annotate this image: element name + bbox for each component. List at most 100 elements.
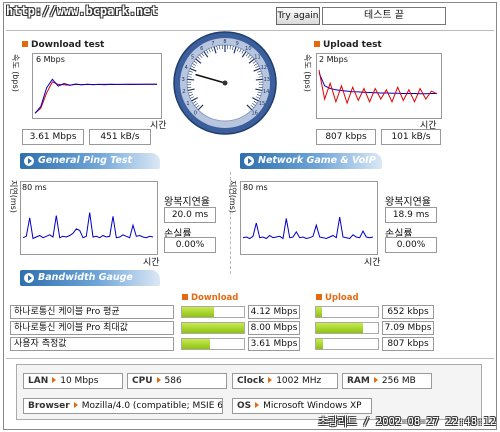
download-bar — [181, 322, 245, 334]
ping-x-label: 시간 — [143, 258, 160, 268]
cpu-label: CPU — [132, 376, 153, 386]
download-axis-unit: 속도 (bps) — [11, 54, 20, 92]
arrow-right-icon — [244, 156, 254, 166]
download-bar-fill — [182, 323, 244, 333]
arrow-right-icon — [255, 402, 260, 408]
bullet-icon — [22, 41, 28, 47]
download-series-line — [34, 78, 157, 114]
download-bar-fill — [182, 307, 214, 317]
bandwidth-row-label: 하나로통신 케이블 Pro 평균 — [10, 305, 174, 319]
download-bar — [181, 338, 245, 350]
arrow-right-icon — [24, 156, 34, 166]
system-info-panel: LAN 10 Mbps CPU 586 Clock 1002 MHz RAM 256 M… — [16, 364, 482, 420]
download-bar-value: 4.12 Mbps — [248, 305, 300, 319]
bandwidth-row-label: 하나로통신 케이블 Pro 최대값 — [10, 321, 174, 335]
upload-bar — [315, 322, 379, 334]
download-bar — [181, 306, 245, 318]
bullet-icon — [314, 41, 320, 47]
upload-bar-fill — [316, 307, 322, 317]
download-header-text: Download — [191, 293, 239, 303]
lan-value: 10 Mbps — [60, 376, 99, 386]
lan-info: LAN 10 Mbps — [23, 373, 123, 389]
bandwidth-gauge-banner: Bandwidth Gauge — [20, 270, 160, 286]
arrow-right-icon — [156, 377, 161, 383]
game-max-label: 80 ms — [243, 183, 268, 192]
gauge-tick-label: 2 — [182, 89, 185, 95]
download-bar-fill — [182, 339, 210, 349]
gauge-tick-label: 11 — [254, 54, 260, 60]
ram-info: RAM 256 MB — [342, 373, 432, 389]
clock-info: Clock 1002 MHz — [232, 373, 338, 389]
gauge-tick-label: 16 — [252, 111, 258, 117]
gauge-tick-label: 0 — [194, 111, 197, 117]
cpu-value: 586 — [164, 376, 182, 386]
ping-loss-value: 0.00% — [164, 237, 216, 253]
gauge-tick-label: 10 — [245, 46, 251, 52]
game-loss-value: 0.00% — [385, 237, 437, 253]
game-rtt-label: 왕복지연율 — [385, 197, 431, 208]
arrow-right-icon — [24, 273, 34, 283]
download-mbps-value: 3.61 Mbps — [22, 129, 84, 145]
download-x-label: 시간 — [150, 121, 167, 131]
upload-kbs-value: 101 kB/s — [381, 129, 441, 145]
game-x-label: 시간 — [364, 258, 381, 268]
ping-series-line — [22, 212, 154, 240]
gauge-tick-label: 12 — [261, 65, 267, 71]
gauge-tick-label: 7 — [211, 41, 214, 47]
ping-test-banner: General Ping Test — [20, 153, 160, 169]
upload-title-text: Upload test — [323, 40, 382, 50]
upload-bar-value: 7.09 Mbps — [382, 321, 434, 335]
game-chart-svg — [242, 217, 374, 240]
bullet-icon — [316, 294, 322, 300]
bullet-icon — [182, 294, 188, 300]
upload-axis-unit: 속도 (bps) — [303, 54, 312, 92]
ping-axis-unit: 지연(ms) — [9, 180, 18, 213]
ram-label: RAM — [347, 376, 370, 386]
gauge-tick-label: 6 — [200, 46, 203, 52]
test-status: 테스트 끝 — [322, 7, 446, 25]
download-bar-value: 3.61 Mbps — [248, 337, 300, 351]
download-kbs-value: 451 kB/s — [89, 129, 151, 145]
game-axis-unit: 지연(ms) — [228, 180, 237, 213]
upload-header-text: Upload — [325, 293, 359, 303]
clock-value: 1002 MHz — [276, 376, 322, 386]
site-watermark: http://www.bcpark.net — [6, 4, 158, 18]
upload-series-line — [318, 69, 438, 105]
upload-bar — [315, 338, 379, 350]
lan-label: LAN — [28, 376, 49, 386]
browser-info: Browser Mozilla/4.0 (compatible; MSIE 6.0 — [23, 398, 223, 414]
arrow-right-icon — [268, 377, 273, 383]
gauge-tick-label: 8 — [223, 39, 226, 45]
gauge-tick-label: 3 — [182, 77, 185, 83]
ping-rtt-label: 왕복지연율 — [164, 197, 210, 208]
ping-chart — [20, 181, 158, 255]
upload-bar — [315, 306, 379, 318]
gauge-tick-label: 15 — [259, 101, 265, 107]
bandwidth-upload-header: Upload — [316, 293, 359, 303]
upload-test-title: Upload test — [314, 40, 382, 50]
arrow-right-icon — [373, 377, 378, 383]
gauge-tick-label: 4 — [185, 65, 188, 71]
upload-max-label: 2 Mbps — [319, 55, 348, 64]
speed-gauge: 01234567 8 910111213141516 — [173, 31, 277, 135]
arrow-right-icon — [52, 377, 57, 383]
gauge-tick-label: 14 — [263, 89, 269, 95]
game-chart — [240, 181, 378, 255]
download-test-title: Download test — [22, 40, 104, 50]
upload-bar-value: 652 kbps — [382, 305, 434, 319]
bandwidth-banner-text: Bandwidth Gauge — [38, 272, 133, 283]
try-again-button[interactable]: Try again — [276, 7, 320, 25]
os-info: OS Microsoft Windows XP — [232, 398, 372, 414]
bandwidth-row-label: 사용자 측정값 — [10, 337, 174, 351]
game-rtt-value: 18.9 ms — [385, 207, 437, 223]
gauge-tick — [255, 78, 263, 81]
game-series-line — [242, 217, 374, 240]
download-series-line — [34, 81, 157, 114]
game-test-banner: Network Game & VoIP Test — [240, 153, 382, 182]
ping-max-label: 80 ms — [22, 183, 47, 192]
gauge-tick-label: 1 — [186, 101, 189, 107]
download-bar-value: 8.00 Mbps — [248, 321, 300, 335]
ping-banner-text: General Ping Test — [38, 155, 133, 166]
ping-rtt-value: 20.0 ms — [164, 207, 216, 223]
gauge-hub — [222, 80, 228, 86]
